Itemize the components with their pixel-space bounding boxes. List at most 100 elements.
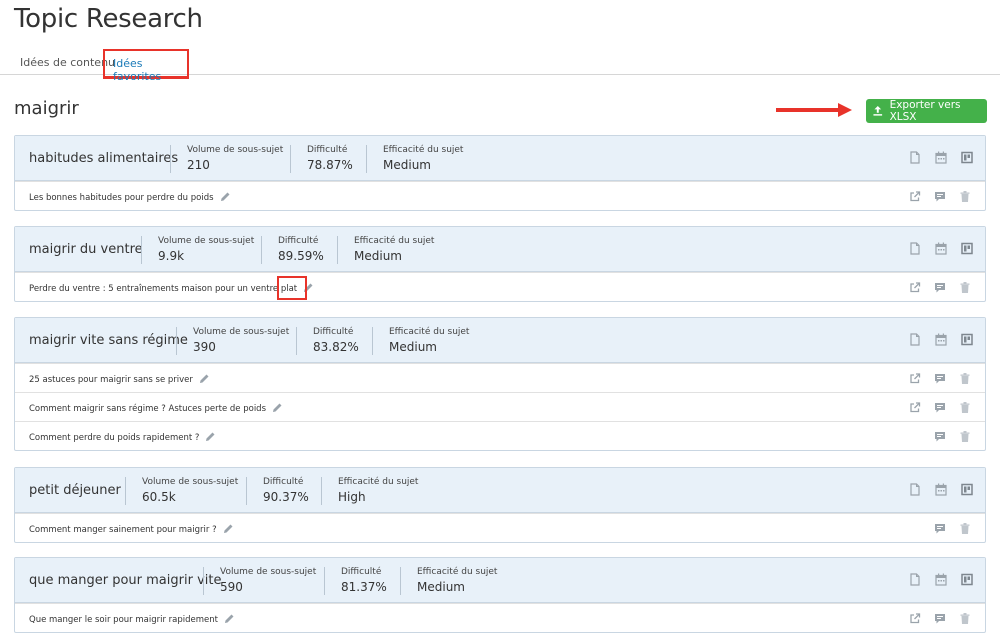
topic-card: habitudes alimentaires Volume de sous-su… (14, 135, 986, 211)
metric-volume: Volume de sous-sujet 210 (170, 145, 283, 173)
metric-efficiency: Efficacité du sujet High (321, 477, 418, 505)
tab-favorite-ideas[interactable]: Idées favorites (103, 49, 189, 83)
metric-value: 90.37% (263, 490, 309, 504)
metric-value: Medium (354, 249, 402, 263)
comment-icon[interactable] (934, 430, 946, 443)
board-icon[interactable] (961, 573, 973, 586)
trash-icon[interactable] (959, 372, 971, 385)
board-icon[interactable] (961, 151, 973, 164)
comment-icon[interactable] (934, 522, 946, 535)
idea-title: Les bonnes habitudes pour perdre du poid… (29, 193, 214, 203)
metric-label: Volume de sous-sujet (193, 327, 290, 337)
idea-title: Comment perdre du poids rapidement ? (29, 433, 200, 443)
external-link-icon[interactable] (909, 401, 921, 414)
pencil-icon[interactable] (205, 431, 216, 442)
metric-value: 83.82% (313, 340, 359, 354)
page-title: Topic Research (14, 4, 203, 34)
calendar-icon[interactable] (935, 483, 947, 496)
metric-value: 89.59% (278, 249, 324, 263)
idea-row: Que manger le soir pour maigrir rapideme… (15, 603, 985, 632)
export-xlsx-button[interactable]: Exporter vers XLSX (866, 99, 987, 123)
annotation-arrow (776, 103, 856, 117)
topic-name: maigrir du ventre (29, 242, 143, 257)
board-icon[interactable] (961, 242, 973, 255)
external-link-icon[interactable] (909, 190, 921, 203)
document-icon[interactable] (909, 242, 921, 255)
idea-text: Comment manger sainement pour maigrir ? (29, 523, 234, 535)
pencil-icon[interactable] (272, 402, 283, 413)
pencil-icon[interactable] (220, 191, 231, 202)
topic-name: que manger pour maigrir vite (29, 573, 222, 588)
metric-label: Volume de sous-sujet (220, 567, 317, 577)
idea-title: Que manger le soir pour maigrir rapideme… (29, 615, 218, 625)
document-icon[interactable] (909, 333, 921, 346)
tab-content-ideas[interactable]: Idées de contenu (20, 56, 115, 69)
idea-row: Comment perdre du poids rapidement ? (15, 421, 985, 450)
metric-efficiency: Efficacité du sujet Medium (372, 327, 469, 355)
trash-icon[interactable] (959, 522, 971, 535)
comment-icon[interactable] (934, 372, 946, 385)
metric-value: 78.87% (307, 158, 353, 172)
metric-value: Medium (383, 158, 431, 172)
metric-label: Efficacité du sujet (389, 327, 470, 337)
metric-efficiency: Efficacité du sujet Medium (400, 567, 497, 595)
board-icon[interactable] (961, 483, 973, 496)
idea-row: Comment maigrir sans régime ? Astuces pe… (15, 392, 985, 421)
board-icon[interactable] (961, 333, 973, 346)
pencil-icon[interactable] (224, 613, 235, 624)
tab-bar: Idées de contenu Idées favorites (0, 44, 1000, 83)
idea-title: 25 astuces pour maigrir sans se priver (29, 375, 193, 385)
metric-difficulty: Difficulté 89.59% (261, 236, 324, 264)
topic-name: habitudes alimentaires (29, 151, 179, 166)
metric-value: 81.37% (341, 580, 387, 594)
idea-title: Perdre du ventre : 5 entraînements maiso… (29, 284, 298, 294)
metric-label: Efficacité du sujet (383, 145, 464, 155)
trash-icon[interactable] (959, 190, 971, 203)
comment-icon[interactable] (934, 281, 946, 294)
comment-icon[interactable] (934, 401, 946, 414)
metric-value: 590 (220, 580, 243, 594)
comment-icon[interactable] (934, 612, 946, 625)
calendar-icon[interactable] (935, 333, 947, 346)
pencil-icon[interactable] (199, 373, 210, 384)
metric-value: Medium (389, 340, 437, 354)
calendar-icon[interactable] (935, 242, 947, 255)
metric-label: Difficulté (341, 567, 382, 577)
metric-value: 210 (187, 158, 210, 172)
idea-text: Comment perdre du poids rapidement ? (29, 431, 216, 443)
external-link-icon[interactable] (909, 281, 921, 294)
document-icon[interactable] (909, 151, 921, 164)
external-link-icon[interactable] (909, 612, 921, 625)
trash-icon[interactable] (959, 430, 971, 443)
idea-title: Comment maigrir sans régime ? Astuces pe… (29, 404, 267, 414)
metric-label: Efficacité du sujet (354, 236, 435, 246)
calendar-icon[interactable] (935, 151, 947, 164)
document-icon[interactable] (909, 573, 921, 586)
idea-text: Comment maigrir sans régime ? Astuces pe… (29, 402, 283, 414)
calendar-icon[interactable] (935, 573, 947, 586)
idea-text: Que manger le soir pour maigrir rapideme… (29, 613, 235, 625)
metric-volume: Volume de sous-sujet 9.9k (141, 236, 254, 264)
metric-value: 390 (193, 340, 216, 354)
pencil-icon[interactable] (223, 523, 234, 534)
topic-card-header: maigrir vite sans régime Volume de sous-… (15, 318, 985, 363)
metric-efficiency: Efficacité du sujet Medium (337, 236, 434, 264)
idea-title: Comment manger sainement pour maigrir ? (29, 525, 217, 535)
metric-label: Volume de sous-sujet (158, 236, 255, 246)
comment-icon[interactable] (934, 190, 946, 203)
metric-value: Medium (417, 580, 465, 594)
topic-card-header: petit déjeuner Volume de sous-sujet 60.5… (15, 468, 985, 513)
metric-difficulty: Difficulté 81.37% (324, 567, 387, 595)
topic-card-header: que manger pour maigrir vite Volume de s… (15, 558, 985, 603)
topic-name: petit déjeuner (29, 483, 121, 498)
external-link-icon[interactable] (909, 372, 921, 385)
trash-icon[interactable] (959, 401, 971, 414)
metric-efficiency: Efficacité du sujet Medium (366, 145, 463, 173)
metric-volume: Volume de sous-sujet 390 (176, 327, 289, 355)
idea-row: Comment manger sainement pour maigrir ? (15, 513, 985, 542)
document-icon[interactable] (909, 483, 921, 496)
trash-icon[interactable] (959, 281, 971, 294)
metric-label: Difficulté (263, 477, 304, 487)
metric-label: Efficacité du sujet (417, 567, 498, 577)
trash-icon[interactable] (959, 612, 971, 625)
